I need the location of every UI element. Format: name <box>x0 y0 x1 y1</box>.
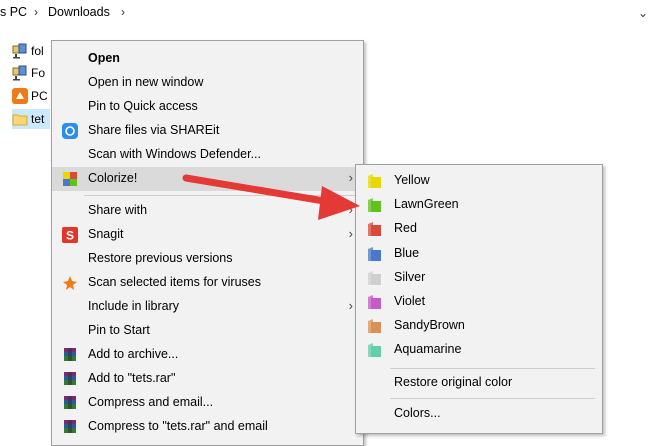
file-label: tet <box>31 112 45 126</box>
menu-item-add-to-archive[interactable]: Add to archive... <box>52 343 363 367</box>
submenu-item-label: Blue <box>394 245 420 260</box>
submenu-item-label: Restore original color <box>394 375 513 389</box>
menu-item-label: Colorize! <box>88 171 138 185</box>
submenu-item-label: Aquamarine <box>394 342 462 357</box>
address-dropdown-icon[interactable]: ⌄ <box>638 6 648 20</box>
submenu-item-yellow[interactable]: Yellow <box>356 169 602 193</box>
menu-item-add-to-tets-rar[interactable]: Add to "tets.rar" <box>52 367 363 391</box>
menu-item-label: Open in new window <box>88 75 204 89</box>
breadcrumb-this-pc[interactable]: s PC <box>0 5 27 19</box>
submenu-item-aquamarine[interactable]: Aquamarine <box>356 338 602 362</box>
colorize-submenu: Restore original color Colors... Yellow L… <box>355 164 603 434</box>
menu-item-share-with[interactable]: Share with › <box>52 199 363 223</box>
folder-color-icon <box>368 222 381 237</box>
submenu-item-silver[interactable]: Silver <box>356 266 602 290</box>
avast-icon <box>63 276 77 290</box>
menu-item-label: Compress to "tets.rar" and email <box>88 419 268 433</box>
submenu-item-label: Silver <box>394 269 426 284</box>
folder-color-icon <box>368 198 381 213</box>
folder-color-icon <box>368 319 381 334</box>
submenu-item-label: Violet <box>394 294 426 308</box>
breadcrumb-downloads[interactable]: Downloads <box>48 5 110 19</box>
file-label: Fo <box>31 66 46 80</box>
submenu-item-colors[interactable]: Colors... <box>356 402 602 426</box>
avast-icon <box>12 88 28 104</box>
menu-item-snagit[interactable]: S Snagit › <box>52 223 363 247</box>
submenu-item-restore-original-color[interactable]: Restore original color <box>356 371 602 395</box>
winrar-icon <box>64 348 76 361</box>
network-folder-icon <box>12 65 27 81</box>
menu-item-pin-to-start[interactable]: Pin to Start <box>52 319 363 343</box>
submenu-item-violet[interactable]: Violet <box>356 290 602 314</box>
context-menu: Open Open in new window Pin to Quick acc… <box>51 40 364 446</box>
folder-color-icon <box>368 174 381 188</box>
breadcrumb-separator-icon[interactable]: › <box>121 5 125 19</box>
submenu-arrow-icon: › <box>348 226 353 241</box>
menu-item-label: Share with <box>88 203 148 217</box>
submenu-separator <box>390 368 595 369</box>
menu-item-open[interactable]: Open <box>52 47 363 71</box>
shareit-icon <box>62 123 78 139</box>
menu-item-label: Scan selected items for viruses <box>88 275 261 289</box>
menu-item-shareit[interactable]: Share files via SHAREit <box>52 119 363 143</box>
menu-item-label: Scan with Windows Defender... <box>88 147 261 161</box>
menu-item-label: Pin to Start <box>88 323 150 337</box>
menu-item-label: Include in library <box>88 299 180 313</box>
submenu-item-label: SandyBrown <box>394 318 465 333</box>
menu-separator <box>84 195 358 196</box>
menu-item-label: Restore previous versions <box>88 251 233 265</box>
submenu-item-lawngreen[interactable]: LawnGreen <box>356 193 602 217</box>
colorize-icon <box>63 172 77 186</box>
folder-icon <box>12 114 28 126</box>
menu-item-label: Snagit <box>88 227 124 241</box>
submenu-separator <box>390 398 595 399</box>
folder-color-icon <box>368 270 381 285</box>
submenu-arrow-icon: › <box>348 298 353 313</box>
menu-item-open-new-window[interactable]: Open in new window <box>52 71 363 95</box>
snagit-icon: S <box>62 227 78 243</box>
menu-item-compress-email[interactable]: Compress and email... <box>52 391 363 415</box>
svg-text:S: S <box>66 229 74 243</box>
submenu-item-blue[interactable]: Blue <box>356 242 602 266</box>
menu-item-compress-tets-email[interactable]: Compress to "tets.rar" and email <box>52 415 363 439</box>
menu-item-include-in-library[interactable]: Include in library › <box>52 295 363 319</box>
file-item-selected[interactable]: tet <box>12 109 50 129</box>
winrar-icon <box>64 396 76 409</box>
menu-item-pin-quick-access[interactable]: Pin to Quick access <box>52 95 363 119</box>
winrar-icon <box>64 372 76 385</box>
menu-item-label: Share files via SHAREit <box>88 123 220 137</box>
folder-color-icon <box>368 246 381 261</box>
folder-color-icon <box>368 295 381 309</box>
submenu-item-red[interactable]: Red <box>356 217 602 241</box>
menu-item-label: Compress and email... <box>88 395 214 409</box>
menu-item-label: Pin to Quick access <box>88 99 198 113</box>
submenu-item-sandybrown[interactable]: SandyBrown <box>356 314 602 338</box>
network-folder-icon <box>12 43 27 59</box>
submenu-arrow-icon: › <box>348 202 353 217</box>
menu-item-scan-viruses[interactable]: Scan selected items for viruses <box>52 271 363 295</box>
menu-item-restore-previous-versions[interactable]: Restore previous versions <box>52 247 363 271</box>
menu-item-label: Open <box>88 51 120 65</box>
folder-color-icon <box>368 343 381 358</box>
submenu-item-label: Yellow <box>394 173 430 187</box>
file-label: fol <box>31 44 44 58</box>
menu-item-label: Add to "tets.rar" <box>88 371 176 385</box>
winrar-icon <box>64 420 76 433</box>
menu-item-label: Add to archive... <box>88 347 179 361</box>
submenu-item-label: Colors... <box>394 406 441 420</box>
address-bar[interactable]: s PC › Downloads › ⌄ <box>0 0 658 29</box>
submenu-item-label: Red <box>394 221 417 236</box>
submenu-item-label: LawnGreen <box>394 197 459 212</box>
menu-item-windows-defender[interactable]: Scan with Windows Defender... <box>52 143 363 167</box>
breadcrumb-separator-icon[interactable]: › <box>34 5 38 19</box>
submenu-arrow-icon: › <box>348 170 353 185</box>
menu-item-colorize[interactable]: Colorize! › <box>52 167 363 191</box>
file-label: PC <box>31 89 48 103</box>
